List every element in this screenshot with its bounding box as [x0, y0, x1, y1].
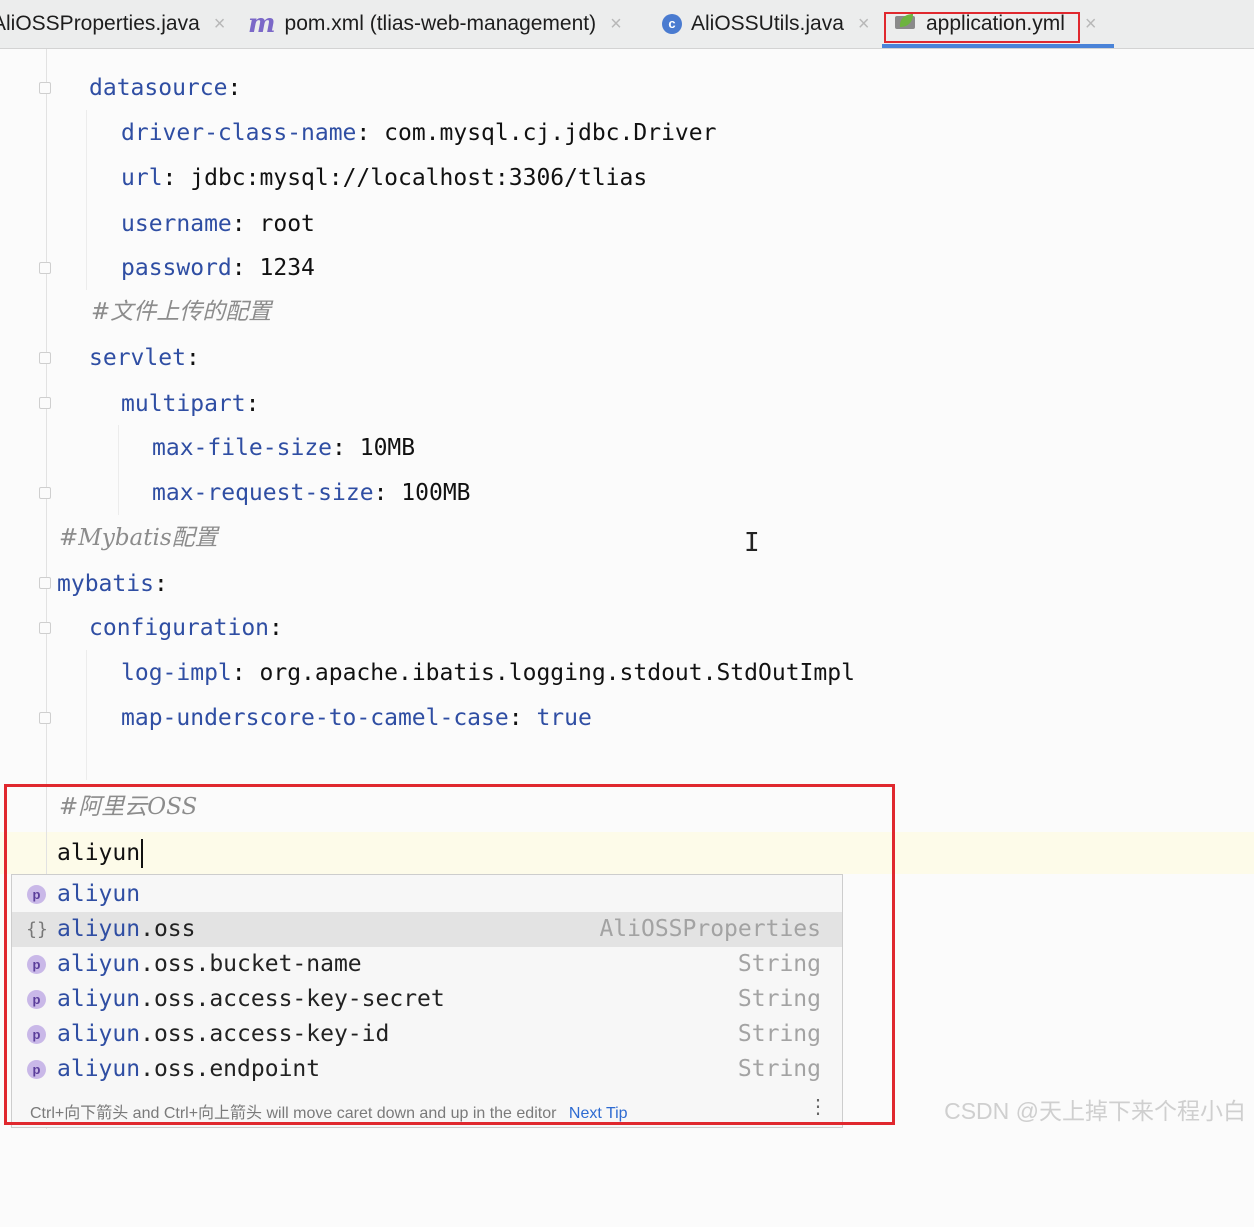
close-icon[interactable]: × [214, 13, 226, 36]
code-line[interactable]: configuration: [89, 608, 283, 648]
editor-tab-bar: AliOSSProperties.java × m pom.xml (tlias… [0, 0, 1254, 49]
fold-toggle-icon[interactable] [39, 622, 51, 634]
code-line[interactable]: log-impl: org.apache.ibatis.logging.stdo… [121, 653, 855, 693]
fold-toggle-icon[interactable] [39, 352, 51, 364]
indent-guide [86, 110, 87, 290]
tab-label: AliOSSProperties.java [0, 12, 200, 35]
tab-pom-xml[interactable]: m pom.xml (tlias-web-management) × [248, 0, 622, 48]
highlight-annotation-box [4, 784, 895, 1125]
code-line[interactable]: max-file-size: 10MB [152, 428, 415, 468]
close-icon[interactable]: × [1085, 13, 1097, 36]
tab-aliossproperties[interactable]: AliOSSProperties.java × [0, 0, 225, 48]
code-comment[interactable]: #文件上传的配置 [91, 292, 271, 332]
code-line[interactable]: mybatis: [57, 564, 168, 604]
active-tab-underline [882, 44, 1114, 48]
indent-guide [86, 650, 87, 780]
code-line[interactable]: url: jdbc:mysql://localhost:3306/tlias [121, 158, 647, 198]
fold-toggle-icon[interactable] [39, 577, 51, 589]
class-icon: c [662, 14, 682, 34]
tab-aliossutils[interactable]: c AliOSSUtils.java × [662, 0, 870, 48]
code-line[interactable]: servlet: [89, 338, 200, 378]
active-tab-highlight-box [884, 12, 1080, 43]
maven-icon: m [248, 9, 276, 39]
code-line[interactable]: driver-class-name: com.mysql.cj.jdbc.Dri… [121, 113, 716, 153]
watermark: CSDN @天上掉下来个程小白 [944, 1098, 1246, 1124]
indent-guide [118, 425, 119, 515]
code-line[interactable]: username: root [121, 204, 315, 244]
tab-label: pom.xml (tlias-web-management) [284, 12, 597, 35]
mouse-ibeam-cursor-icon: I [744, 528, 760, 558]
fold-toggle-icon[interactable] [39, 262, 51, 274]
fold-toggle-icon[interactable] [39, 82, 51, 94]
tab-label: AliOSSUtils.java [691, 12, 844, 35]
fold-toggle-icon[interactable] [39, 397, 51, 409]
code-comment[interactable]: #Mybatis配置 [59, 518, 218, 558]
close-icon[interactable]: × [610, 13, 622, 36]
code-line[interactable]: password: 1234 [121, 248, 315, 288]
code-line[interactable]: datasource: [89, 68, 241, 108]
close-icon[interactable]: × [858, 13, 870, 36]
fold-toggle-icon[interactable] [39, 487, 51, 499]
fold-toggle-icon[interactable] [39, 712, 51, 724]
code-line[interactable]: max-request-size: 100MB [152, 473, 471, 513]
code-line[interactable]: multipart: [121, 384, 259, 424]
code-line[interactable]: map-underscore-to-camel-case: true [121, 698, 592, 738]
